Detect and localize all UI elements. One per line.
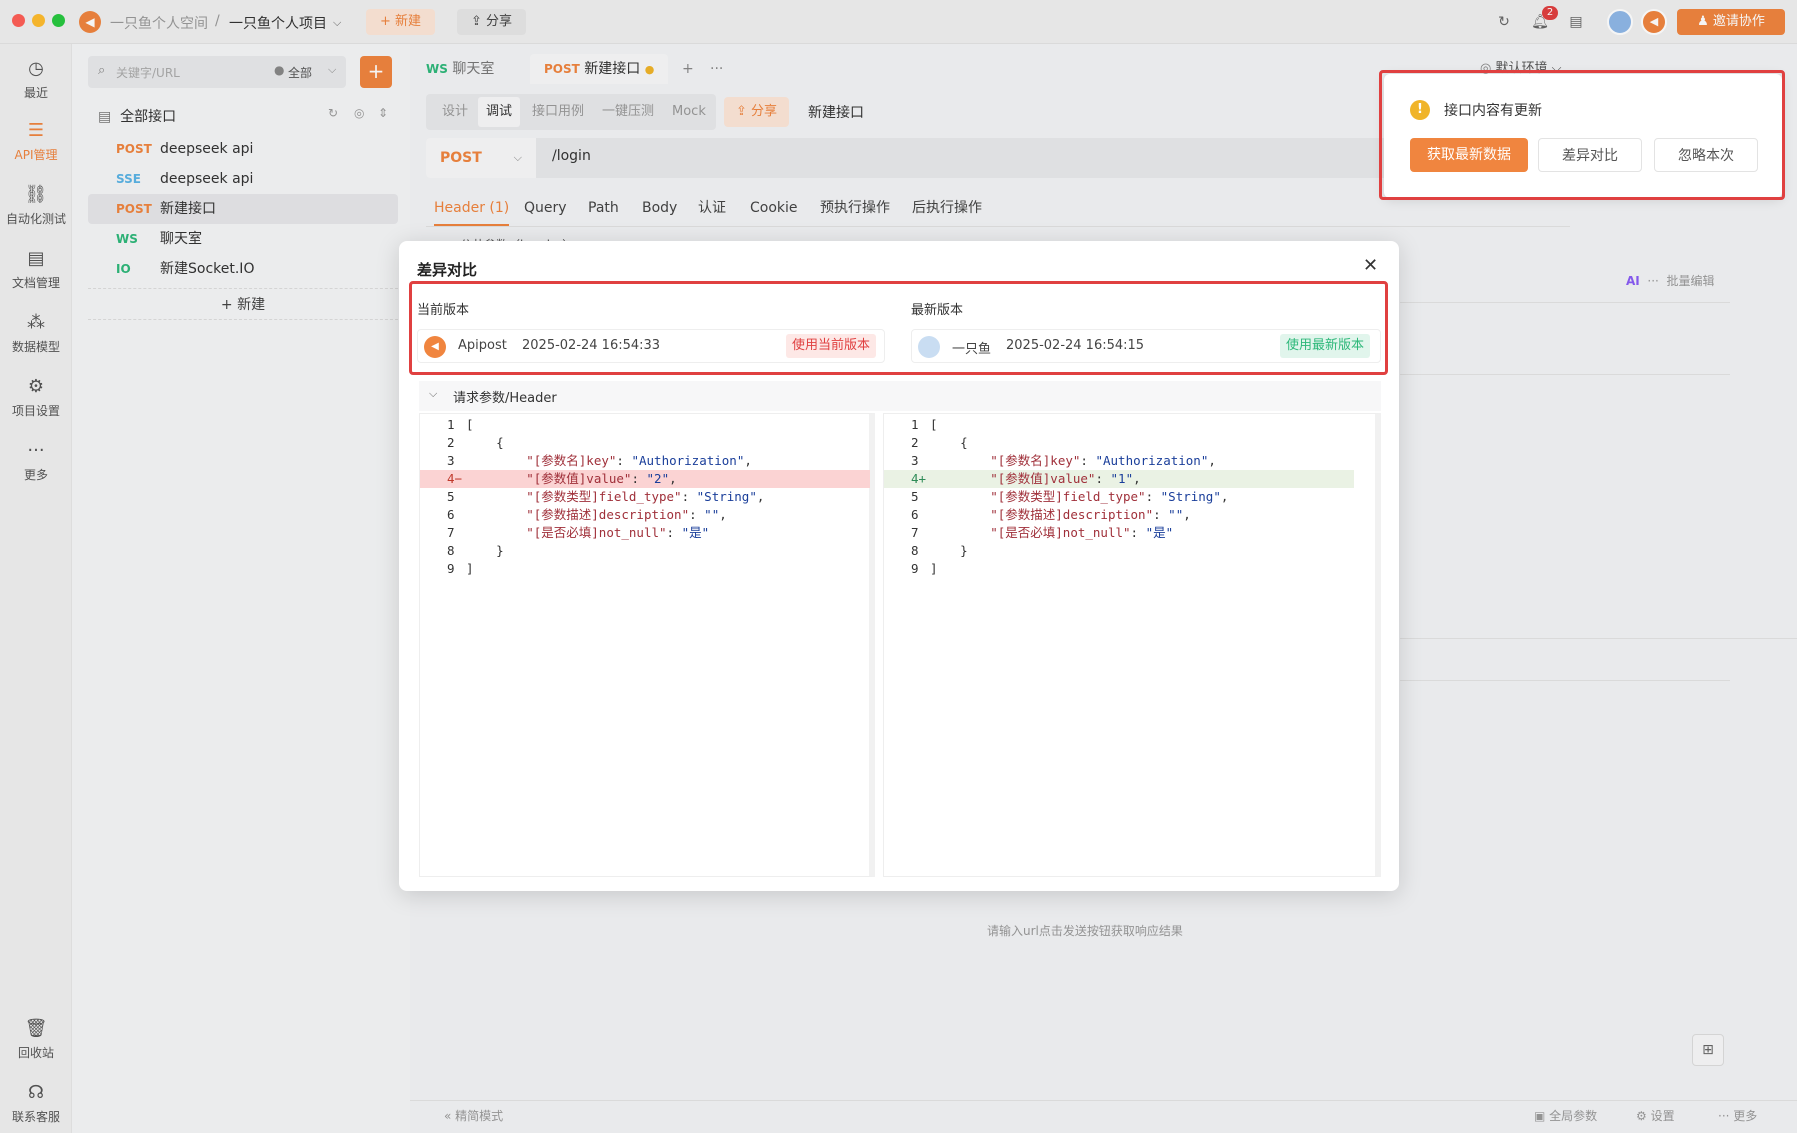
code-line: 8 }: [420, 542, 870, 560]
code-text: "[是否必填]not_null": "是": [990, 525, 1174, 540]
code-text: }: [930, 543, 968, 558]
modal-title: 差异对比: [417, 261, 478, 279]
line-number: 3: [910, 453, 926, 468]
chevron-down-icon: ⌵: [429, 387, 438, 400]
code-line: 8 }: [884, 542, 1354, 560]
code-line: 5 "[参数类型]field_type": "String",: [884, 488, 1354, 506]
highlight-frame: [1379, 70, 1785, 200]
code-line: 2 {: [420, 434, 870, 452]
code-text: "[参数类型]field_type": "String",: [990, 489, 1229, 504]
section-title: 请求参数/Header: [453, 391, 557, 406]
line-number: 7: [910, 525, 926, 540]
code-left: 1 [2 {3 "[参数名]key": "Authorization", 4− "…: [420, 416, 870, 578]
code-text: [: [466, 417, 474, 432]
code-line: 3 "[参数名]key": "Authorization",: [884, 452, 1354, 470]
line-number: 1: [446, 417, 462, 432]
code-line: 5 "[参数类型]field_type": "String",: [420, 488, 870, 506]
code-line: 3 "[参数名]key": "Authorization",: [420, 452, 870, 470]
diff-right-pane[interactable]: 1 [2 {3 "[参数名]key": "Authorization", 4+ "…: [883, 413, 1381, 877]
line-number: 1: [910, 417, 926, 432]
line-number: 9: [910, 561, 926, 576]
diff-line-changed: 4+ "[参数值]value": "1",: [884, 470, 1354, 488]
line-number: 6: [910, 507, 926, 522]
line-number: 4−: [446, 471, 462, 486]
line-number: 2: [910, 435, 926, 450]
code-line: 9 ]: [420, 560, 870, 578]
diff-line-changed: 4− "[参数值]value": "2",: [420, 470, 870, 488]
code-line: 7 "[是否必填]not_null": "是": [420, 524, 870, 542]
diff-left-pane[interactable]: 1 [2 {3 "[参数名]key": "Authorization", 4− "…: [419, 413, 875, 877]
code-text: [: [930, 417, 938, 432]
line-number: 8: [446, 543, 462, 558]
line-number: 5: [446, 489, 462, 504]
line-number: 2: [446, 435, 462, 450]
line-number: 9: [446, 561, 462, 576]
code-text: "[参数名]key": "Authorization",: [526, 453, 752, 468]
code-line: 7 "[是否必填]not_null": "是": [884, 524, 1354, 542]
section-header[interactable]: ⌵ 请求参数/Header: [419, 381, 1381, 411]
code-text: "[参数名]key": "Authorization",: [990, 453, 1216, 468]
code-line: 1 [: [884, 416, 1354, 434]
line-number: 6: [446, 507, 462, 522]
code-text: }: [466, 543, 504, 558]
code-text: "[参数值]value": "2",: [526, 471, 677, 486]
code-line: 6 "[参数描述]description": "",: [884, 506, 1354, 524]
code-text: {: [930, 435, 968, 450]
code-text: "[是否必填]not_null": "是": [526, 525, 710, 540]
code-line: 1 [: [420, 416, 870, 434]
code-right: 1 [2 {3 "[参数名]key": "Authorization", 4+ "…: [884, 416, 1354, 578]
code-text: "[参数描述]description": "",: [990, 507, 1191, 522]
line-number: 4+: [910, 471, 926, 486]
code-line: 2 {: [884, 434, 1354, 452]
close-icon[interactable]: ✕: [1363, 255, 1378, 276]
line-number: 7: [446, 525, 462, 540]
code-line: 9 ]: [884, 560, 1354, 578]
code-text: "[参数值]value": "1",: [990, 471, 1141, 486]
code-text: "[参数描述]description": "",: [526, 507, 727, 522]
code-text: ]: [466, 561, 474, 576]
code-text: "[参数类型]field_type": "String",: [526, 489, 765, 504]
code-text: ]: [930, 561, 938, 576]
code-line: 6 "[参数描述]description": "",: [420, 506, 870, 524]
highlight-frame: [409, 281, 1388, 375]
line-number: 3: [446, 453, 462, 468]
line-number: 5: [910, 489, 926, 504]
diff-modal: 差异对比 ✕ 当前版本 最新版本 ◀ Apipost 2025-02-24 16…: [399, 241, 1399, 891]
line-number: 8: [910, 543, 926, 558]
code-text: {: [466, 435, 504, 450]
